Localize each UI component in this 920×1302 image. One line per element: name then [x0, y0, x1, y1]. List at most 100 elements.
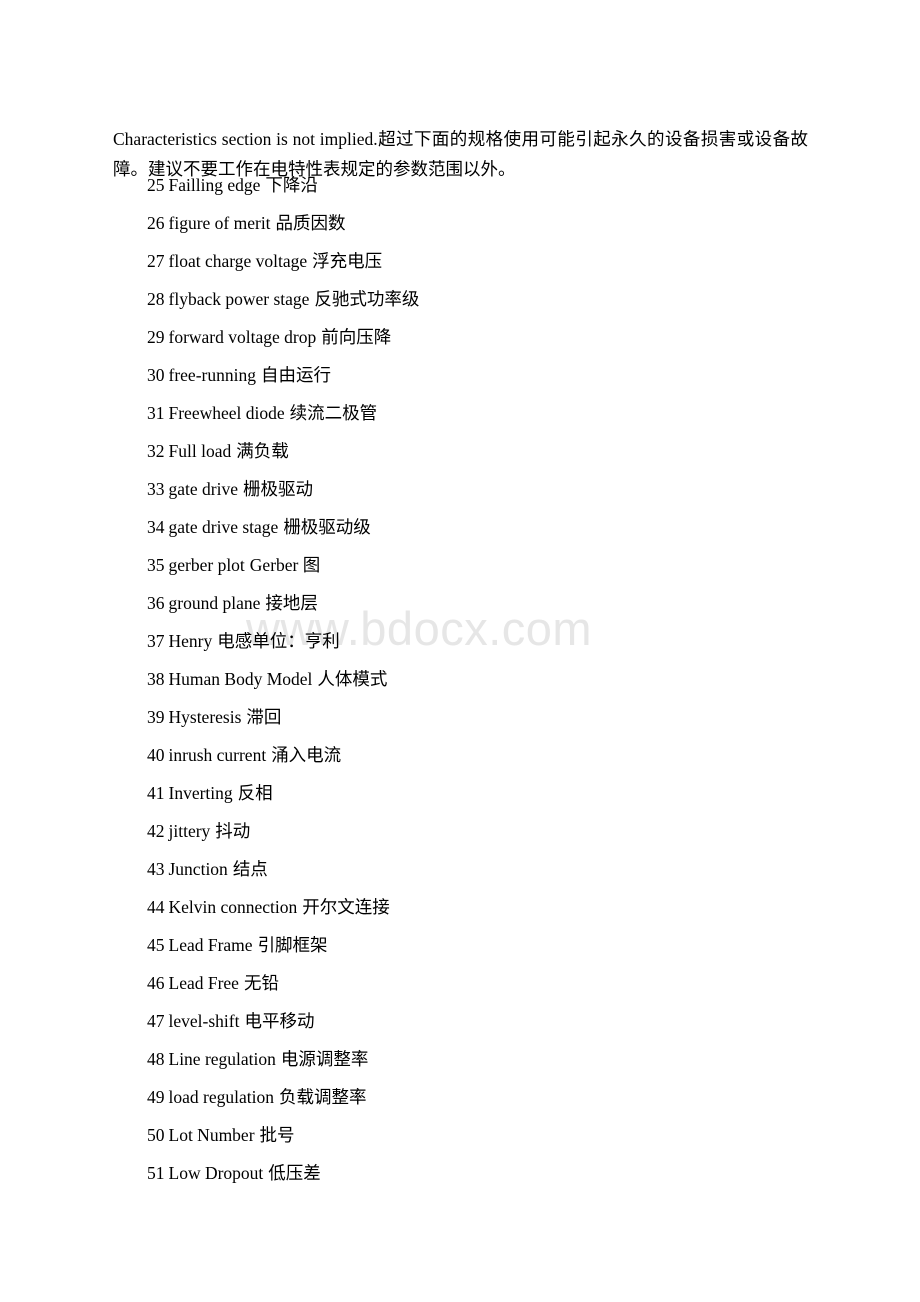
list-item: 34 gate drive stage 栅极驱动级: [147, 514, 847, 552]
item-term: Low Dropout: [168, 1163, 264, 1183]
item-number: 49: [147, 1087, 165, 1107]
list-item: 45 Lead Frame 引脚框架: [147, 932, 847, 970]
item-translation: 电源调整率: [280, 1049, 369, 1069]
item-term: jittery: [168, 821, 211, 841]
item-translation: 接地层: [265, 593, 318, 613]
list-item: 47 level-shift 电平移动: [147, 1008, 847, 1046]
list-item: 51 Low Dropout 低压差: [147, 1160, 847, 1198]
item-translation: 负载调整率: [278, 1087, 367, 1107]
list-item: 29 forward voltage drop 前向压降: [147, 324, 847, 362]
item-translation: 抖动: [215, 821, 251, 841]
item-number: 45: [147, 935, 165, 955]
item-term: level-shift: [168, 1011, 240, 1031]
item-translation: 下降沿: [265, 175, 318, 195]
item-term: Full load: [168, 441, 232, 461]
item-term: Lot Number: [168, 1125, 255, 1145]
item-number: 29: [147, 327, 165, 347]
item-term: flyback power stage: [168, 289, 310, 309]
item-translation: Gerber 图: [249, 555, 321, 575]
item-translation: 结点: [232, 859, 268, 879]
list-item: 33 gate drive 栅极驱动: [147, 476, 847, 514]
item-translation: 浮充电压: [312, 251, 383, 271]
item-number: 39: [147, 707, 165, 727]
list-item: 42 jittery 抖动: [147, 818, 847, 856]
item-number: 37: [147, 631, 165, 651]
item-number: 28: [147, 289, 165, 309]
item-term: Hysteresis: [168, 707, 242, 727]
item-translation: 满负载: [236, 441, 289, 461]
item-term: Junction: [168, 859, 228, 879]
item-translation: 电平移动: [244, 1011, 315, 1031]
item-term: Freewheel diode: [168, 403, 285, 423]
item-translation: 栅极驱动: [242, 479, 313, 499]
list-item: 36 ground plane 接地层: [147, 590, 847, 628]
list-item: 31 Freewheel diode 续流二极管: [147, 400, 847, 438]
item-translation: 涌入电流: [271, 745, 342, 765]
item-translation: 电感单位：亨利: [217, 631, 340, 651]
item-translation: 批号: [259, 1125, 295, 1145]
item-number: 27: [147, 251, 165, 271]
item-number: 36: [147, 593, 165, 613]
list-item: 44 Kelvin connection 开尔文连接: [147, 894, 847, 932]
item-number: 51: [147, 1163, 165, 1183]
item-translation: 前向压降: [321, 327, 392, 347]
item-term: Kelvin connection: [168, 897, 298, 917]
item-number: 43: [147, 859, 165, 879]
list-item: 35 gerber plot Gerber 图: [147, 552, 847, 590]
glossary-list: 25 Failling edge 下降沿 26 figure of merit 品质因数…: [147, 172, 847, 1198]
item-translation: 自由运行: [260, 365, 331, 385]
item-term: Lead Frame: [168, 935, 253, 955]
item-term: gerber plot: [168, 555, 245, 575]
item-number: 32: [147, 441, 165, 461]
item-number: 42: [147, 821, 165, 841]
list-item: 40 inrush current 涌入电流: [147, 742, 847, 780]
item-term: Human Body Model: [168, 669, 313, 689]
list-item: 48 Line regulation 电源调整率: [147, 1046, 847, 1084]
item-translation: 反驰式功率级: [314, 289, 420, 309]
item-number: 48: [147, 1049, 165, 1069]
item-term: Failling edge: [168, 175, 261, 195]
item-number: 25: [147, 175, 165, 195]
list-item: 38 Human Body Model 人体模式: [147, 666, 847, 704]
item-number: 38: [147, 669, 165, 689]
list-item: 27 float charge voltage 浮充电压: [147, 248, 847, 286]
item-translation: 人体模式: [317, 669, 388, 689]
item-term: load regulation: [168, 1087, 274, 1107]
item-number: 30: [147, 365, 165, 385]
item-number: 50: [147, 1125, 165, 1145]
item-number: 46: [147, 973, 165, 993]
item-translation: 开尔文连接: [302, 897, 390, 917]
item-translation: 无铅: [243, 973, 279, 993]
list-item: 49 load regulation 负载调整率: [147, 1084, 847, 1122]
item-translation: 续流二极管: [289, 403, 378, 423]
item-term: free-running: [168, 365, 256, 385]
item-translation: 引脚框架: [257, 935, 328, 955]
item-number: 33: [147, 479, 165, 499]
document-page: www.bdocx.com Characteristics section is…: [0, 0, 920, 1302]
item-term: figure of merit: [168, 213, 271, 233]
list-item: 28 flyback power stage 反驰式功率级: [147, 286, 847, 324]
item-term: forward voltage drop: [168, 327, 317, 347]
item-term: Inverting: [168, 783, 233, 803]
item-number: 31: [147, 403, 165, 423]
item-translation: 滞回: [246, 707, 282, 727]
list-item: 41 Inverting 反相: [147, 780, 847, 818]
item-number: 44: [147, 897, 165, 917]
item-term: Henry: [168, 631, 213, 651]
item-term: Line regulation: [168, 1049, 276, 1069]
list-item: 32 Full load 满负载: [147, 438, 847, 476]
item-term: Lead Free: [168, 973, 239, 993]
list-item: 50 Lot Number 批号: [147, 1122, 847, 1160]
list-item: 26 figure of merit 品质因数: [147, 210, 847, 248]
list-item: 37 Henry 电感单位：亨利: [147, 628, 847, 666]
list-item: 30 free-running 自由运行: [147, 362, 847, 400]
item-number: 40: [147, 745, 165, 765]
item-term: gate drive: [168, 479, 238, 499]
item-number: 47: [147, 1011, 165, 1031]
item-number: 26: [147, 213, 165, 233]
item-number: 35: [147, 555, 165, 575]
item-translation: 品质因数: [275, 213, 346, 233]
item-number: 34: [147, 517, 165, 537]
item-term: ground plane: [168, 593, 261, 613]
item-number: 41: [147, 783, 165, 803]
